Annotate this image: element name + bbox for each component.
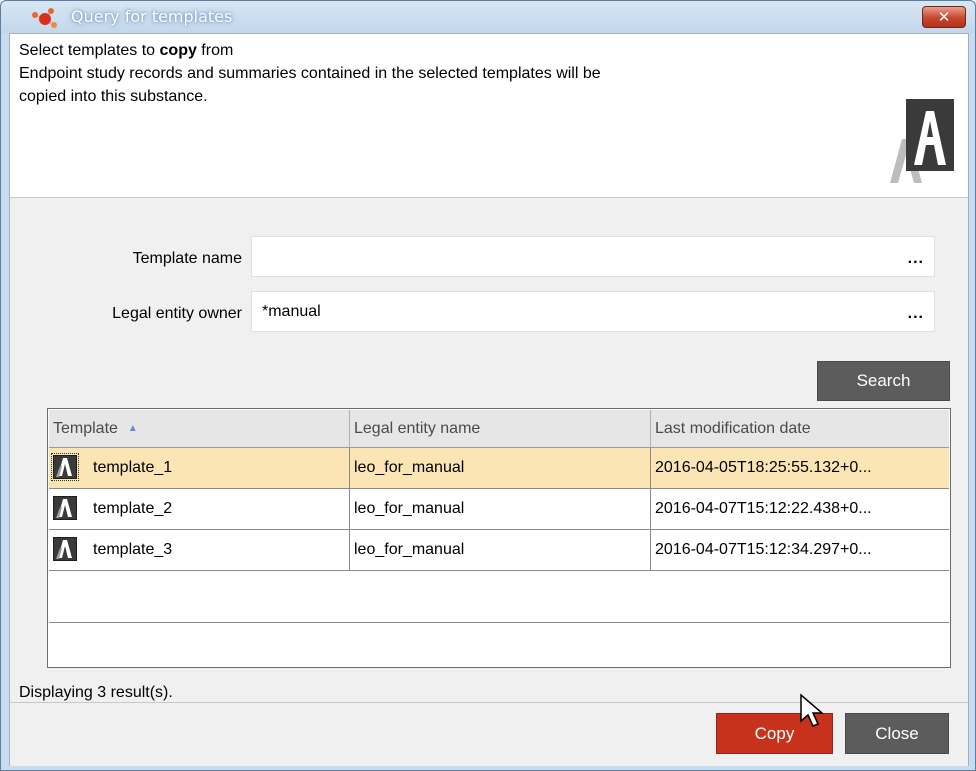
search-button[interactable]: Search [817,361,950,401]
template-name-input[interactable]: ... [251,236,935,277]
legal-entity-cell: leo_for_manual [350,530,651,570]
legal-entity-owner-label: Legal entity owner [112,305,242,322]
modification-date-cell: 2016-04-05T18:25:55.132+0... [655,459,872,476]
legal-entity-cell: leo_for_manual [350,489,651,529]
instruction-line-2: Endpoint study records and summaries con… [19,65,601,82]
instruction-line-3: copied into this substance. [19,88,208,105]
legal-entity-cell: leo_for_manual [350,448,651,488]
column-header-modification-date[interactable]: Last modification date [651,410,949,447]
legal-entity-browse-button[interactable]: ... [908,305,924,323]
table-row[interactable]: template_2 leo_for_manual 2016-04-07T15:… [49,489,949,530]
results-table: Template ▲ Legal entity name Last modific… [47,408,951,668]
mouse-pointer-icon [800,693,825,727]
molecule-icon [32,8,57,28]
close-icon: ✕ [937,8,951,26]
modification-date-cell: 2016-04-07T15:12:34.297+0... [655,541,872,558]
template-cell: template_2 [49,489,350,529]
window-title: Query for templates [71,7,233,26]
column-template-label: Template [53,420,118,437]
table-empty-area [49,571,949,623]
template-name-text: template_2 [93,500,173,517]
template-name-browse-button[interactable]: ... [908,250,924,268]
sort-ascending-icon: ▲ [127,423,138,435]
template-icon [53,537,77,561]
template-name-text: template_1 [93,459,173,476]
instructions-header: Select templates to copy from Endpoint s… [10,34,968,198]
window-close-button[interactable]: ✕ [922,6,966,28]
table-row[interactable]: template_1 leo_for_manual 2016-04-05T18:… [49,448,949,489]
column-header-legal-entity[interactable]: Legal entity name [350,410,651,447]
template-icon [53,496,77,520]
instruction-bold-word: copy [159,42,197,59]
template-icon [51,453,79,481]
template-name-text: template_3 [93,541,173,558]
close-button[interactable]: Close [845,713,949,754]
column-header-template[interactable]: Template ▲ [49,410,350,447]
dialog-content: Select templates to copy from Endpoint s… [9,33,969,766]
iuclid-logo-icon [890,99,954,183]
instruction-line-1: Select templates to copy from [19,42,233,60]
template-cell: template_3 [49,530,350,570]
table-header: Template ▲ Legal entity name Last modific… [49,410,949,448]
instruction-suffix: from [196,42,234,59]
table-row[interactable]: template_3 leo_for_manual 2016-04-07T15:… [49,530,949,571]
legal-entity-owner-value: *manual [262,302,321,320]
result-count-status: Displaying 3 result(s). [19,684,173,701]
legal-entity-owner-input[interactable]: *manual ... [251,291,935,332]
dialog-window: Query for templates ✕ Select templates t… [0,0,976,771]
template-name-label: Template name [132,250,242,267]
modification-date-cell: 2016-04-07T15:12:22.438+0... [655,500,872,517]
instruction-prefix: Select templates to [19,42,160,59]
template-cell: template_1 [49,448,350,488]
title-bar[interactable]: Query for templates ✕ [1,1,975,33]
